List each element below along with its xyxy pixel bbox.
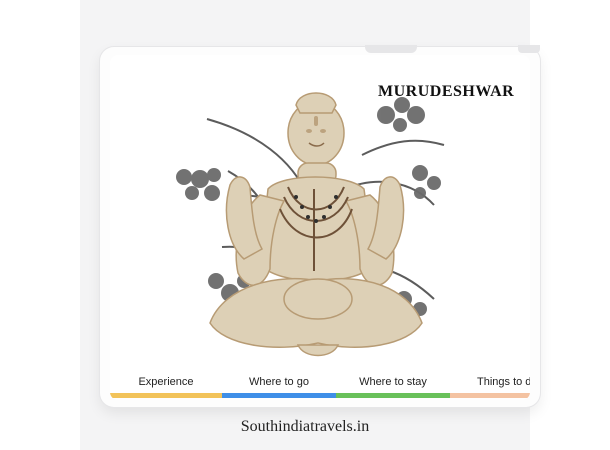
device-camera-notch <box>365 45 417 53</box>
tab-experience-bar <box>110 393 222 398</box>
tab-where-to-stay[interactable]: Where to stay <box>336 371 450 398</box>
app-screen: MURUDESHWAR Experience Where to go Where… <box>110 55 530 400</box>
tablet-device: MURUDESHWAR Experience Where to go Where… <box>100 45 540 407</box>
tab-things-to-do-bar <box>450 393 530 398</box>
tab-experience[interactable]: Experience <box>110 371 222 398</box>
tab-experience-label: Experience <box>138 376 194 388</box>
tab-where-to-go[interactable]: Where to go <box>222 371 336 398</box>
navigation-tabs: Experience Where to go Where to stay Thi… <box>110 371 530 400</box>
tab-where-to-go-label: Where to go <box>249 376 309 388</box>
shiva-statue-image <box>176 92 445 357</box>
tab-where-to-go-bar <box>222 393 336 398</box>
tab-things-to-do[interactable]: Things to do <box>450 371 530 398</box>
tab-where-to-stay-label: Where to stay <box>359 376 427 388</box>
device-side-notch <box>518 45 540 53</box>
screenshot-scene: MURUDESHWAR Experience Where to go Where… <box>0 0 610 450</box>
tab-things-to-do-label: Things to do <box>477 376 530 388</box>
footer-website-text: Southindiatravels.in <box>240 418 370 435</box>
tab-where-to-stay-bar <box>336 393 450 398</box>
